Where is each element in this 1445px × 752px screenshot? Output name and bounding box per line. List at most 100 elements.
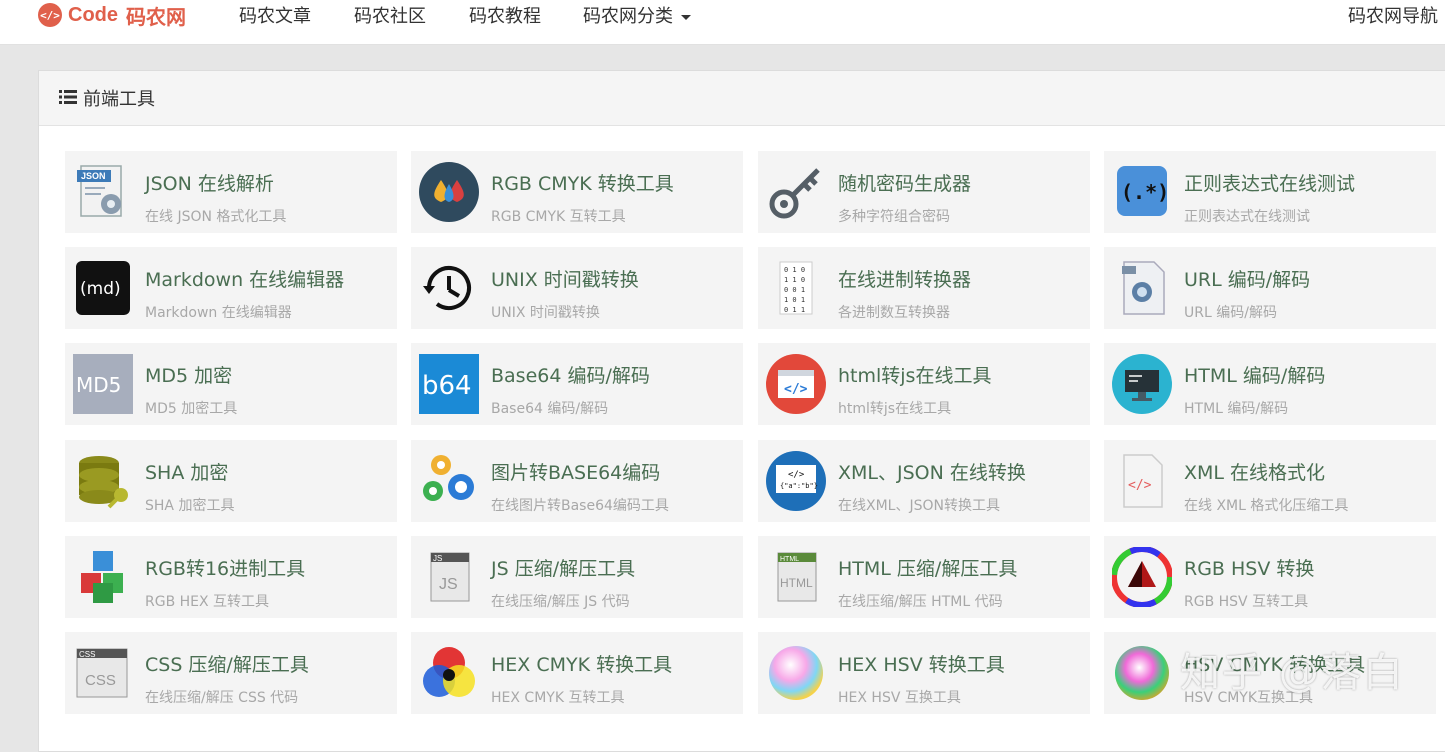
color-drops-icon	[419, 162, 479, 222]
caret-down-icon	[681, 14, 691, 20]
tool-card-hex-hsv[interactable]: HEX HSV 转换工具 HEX HSV 互换工具	[758, 632, 1090, 714]
tool-card-hex-cmyk[interactable]: HEX CMYK 转换工具 HEX CMYK 互转工具	[411, 632, 743, 714]
tool-title: XML、JSON 在线转换	[838, 462, 1026, 484]
color-ball-icon	[769, 646, 823, 700]
tool-title: CSS 压缩/解压工具	[145, 654, 309, 676]
tool-card-sha[interactable]: SHA 加密 SHA 加密工具	[65, 440, 397, 522]
tool-card-xml-json[interactable]: </> {"a":"b"} XML、JSON 在线转换 在线XML、JSON转换…	[758, 440, 1090, 522]
tool-title: RGB CMYK 转换工具	[491, 173, 674, 195]
md5-icon: MD5	[73, 354, 133, 414]
tool-title: Base64 编码/解码	[491, 365, 650, 387]
svg-text:{"a":"b"}: {"a":"b"}	[780, 482, 818, 490]
binary-icon: 0 1 0 1 1 0 0 0 1 1 0 1 0 1 1	[779, 261, 813, 315]
tool-desc: html转js在线工具	[838, 401, 952, 417]
tool-card-markdown[interactable]: (md) Markdown 在线编辑器 Markdown 在线编辑器	[65, 247, 397, 329]
tool-card-js-compress[interactable]: JS JS JS 压缩/解压工具 在线压缩/解压 JS 代码	[411, 536, 743, 618]
tool-title: HTML 压缩/解压工具	[838, 558, 1018, 580]
svg-text:JS: JS	[433, 554, 442, 563]
tool-title: HTML 编码/解码	[1184, 365, 1326, 387]
nav-articles[interactable]: 码农文章	[239, 2, 311, 28]
tool-card-html-to-js[interactable]: </> html转js在线工具 html转js在线工具	[758, 343, 1090, 425]
svg-text:</>: </>	[788, 470, 805, 480]
tool-card-json[interactable]: JSON JSON 在线解析 在线 JSON 格式化工具	[65, 151, 397, 233]
tool-card-md5[interactable]: MD5 MD5 加密 MD5 加密工具	[65, 343, 397, 425]
tool-title: HEX HSV 转换工具	[838, 654, 1005, 676]
tool-card-unix-time[interactable]: UNIX 时间戳转换 UNIX 时间戳转换	[411, 247, 743, 329]
svg-text:HTML: HTML	[780, 576, 813, 590]
tool-desc: HTML 编码/解码	[1184, 401, 1289, 417]
tool-title: RGB转16进制工具	[145, 558, 306, 580]
logo-cn-text: 码农网	[126, 4, 186, 29]
tool-desc: RGB HEX 互转工具	[145, 594, 270, 610]
top-navbar: </> Code 码农网 码农文章 码农社区 码农教程 码农网分类 码农网导航	[0, 0, 1445, 45]
cubes-icon	[81, 551, 123, 603]
nav-tutorials[interactable]: 码农教程	[469, 2, 541, 28]
tool-desc: 在线压缩/解压 JS 代码	[491, 594, 630, 610]
xml-doc-icon: </>	[1123, 454, 1163, 508]
json-doc-icon: JSON	[77, 165, 122, 217]
url-doc-icon	[1122, 261, 1165, 315]
database-key-icon	[79, 456, 128, 509]
tool-title: SHA 加密	[145, 462, 229, 484]
site-logo[interactable]: </> Code 码农网	[38, 3, 186, 29]
markdown-icon: (md)	[76, 261, 130, 315]
tool-desc: 在线 JSON 格式化工具	[145, 209, 287, 225]
svg-text:CSS: CSS	[79, 650, 95, 659]
tool-desc: 在线压缩/解压 HTML 代码	[838, 594, 1003, 610]
tool-title: 随机密码生成器	[838, 173, 972, 195]
tool-card-regex[interactable]: (.*) 正则表达式在线测试 正则表达式在线测试	[1104, 151, 1436, 233]
gears-icon	[423, 455, 474, 501]
tool-desc: 在线压缩/解压 CSS 代码	[145, 690, 299, 706]
tool-card-rgb-cmyk[interactable]: RGB CMYK 转换工具 RGB CMYK 互转工具	[411, 151, 743, 233]
nav-directory[interactable]: 码农网导航	[1348, 2, 1438, 28]
tool-desc: HEX CMYK 互转工具	[491, 690, 625, 706]
tool-desc: Base64 编码/解码	[491, 401, 609, 417]
tool-card-base-converter[interactable]: 0 1 0 1 1 0 0 0 1 1 0 1 0 1 1 在线进制转换器 各进…	[758, 247, 1090, 329]
tool-desc: SHA 加密工具	[145, 498, 235, 514]
nav-community[interactable]: 码农社区	[354, 2, 426, 28]
tool-card-html-compress[interactable]: HTML HTML HTML 压缩/解压工具 在线压缩/解压 HTML 代码	[758, 536, 1090, 618]
svg-text:(md): (md)	[80, 279, 121, 299]
tool-card-base64[interactable]: b64 Base64 编码/解码 Base64 编码/解码	[411, 343, 743, 425]
tool-title: RGB HSV 转换	[1184, 558, 1315, 580]
html-doc-icon: HTML HTML	[777, 552, 817, 602]
js-doc-icon: JS JS	[430, 552, 470, 602]
tool-card-password[interactable]: 随机密码生成器 多种字符组合密码	[758, 151, 1090, 233]
cmyk-circles-icon	[423, 647, 475, 697]
tool-title: JS 压缩/解压工具	[491, 558, 636, 580]
tool-title: 在线进制转换器	[838, 269, 972, 291]
b64-icon: b64	[419, 354, 479, 414]
tool-card-url[interactable]: URL 编码/解码 URL 编码/解码	[1104, 247, 1436, 329]
tool-card-image-base64[interactable]: 图片转BASE64编码 在线图片转Base64编码工具	[411, 440, 743, 522]
tool-title: Markdown 在线编辑器	[145, 269, 345, 291]
tool-title: JSON 在线解析	[145, 173, 274, 195]
regex-icon: (.*)	[1117, 166, 1169, 216]
svg-text:</>: </>	[784, 382, 808, 397]
monitor-icon	[1112, 354, 1172, 414]
css-doc-icon: CSS CSS	[76, 648, 128, 698]
tool-card-rgb-hsv[interactable]: RGB HSV 转换 RGB HSV 互转工具	[1104, 536, 1436, 618]
tool-desc: 在线XML、JSON转换工具	[838, 498, 1000, 514]
tool-desc: RGB CMYK 互转工具	[491, 209, 626, 225]
nav-categories-label: 码农网分类	[583, 6, 673, 27]
clock-history-icon	[423, 266, 471, 310]
tool-title: URL 编码/解码	[1184, 269, 1311, 291]
svg-text:HTML: HTML	[780, 556, 799, 563]
tool-desc: Markdown 在线编辑器	[145, 305, 292, 321]
tool-title: XML 在线格式化	[1184, 462, 1326, 484]
watermark: 知乎 @落白	[1180, 650, 1405, 696]
tool-card-css-compress[interactable]: CSS CSS CSS 压缩/解压工具 在线压缩/解压 CSS 代码	[65, 632, 397, 714]
svg-text:0 1 0: 0 1 0	[784, 266, 805, 274]
key-icon	[769, 168, 820, 219]
color-sphere-icon	[1115, 646, 1169, 700]
tool-desc: 在线图片转Base64编码工具	[491, 498, 669, 514]
list-icon	[59, 90, 77, 104]
tool-card-html-encode[interactable]: HTML 编码/解码 HTML 编码/解码	[1104, 343, 1436, 425]
tool-title: HEX CMYK 转换工具	[491, 654, 673, 676]
tool-title: MD5 加密	[145, 365, 233, 387]
tool-card-xml-format[interactable]: </> XML 在线格式化 在线 XML 格式化压缩工具	[1104, 440, 1436, 522]
nav-categories-dropdown[interactable]: 码农网分类	[583, 2, 691, 28]
color-wheel-icon	[1112, 547, 1172, 607]
tool-desc: 正则表达式在线测试	[1184, 209, 1310, 225]
tool-card-rgb-hex[interactable]: RGB转16进制工具 RGB HEX 互转工具	[65, 536, 397, 618]
